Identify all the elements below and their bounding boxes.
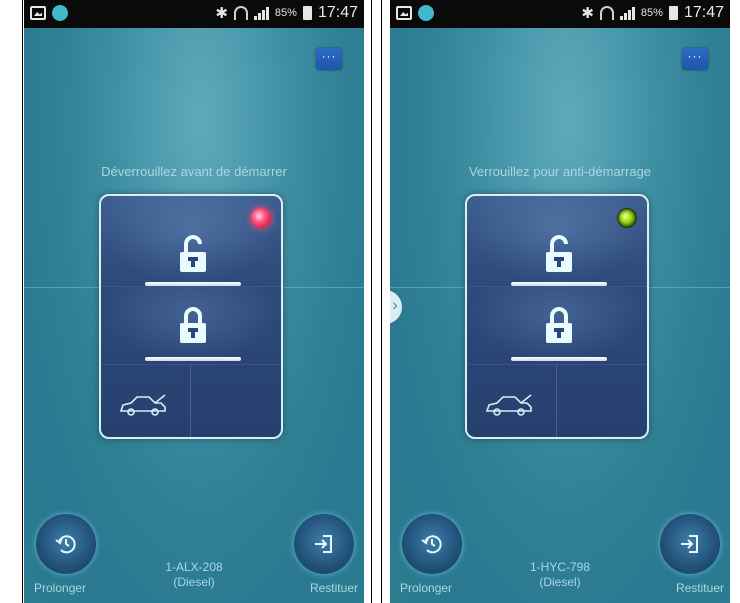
clock-extend-icon <box>55 535 76 554</box>
lock-button[interactable] <box>101 286 281 364</box>
return-icon <box>681 535 698 553</box>
phone-screen-1: ✱ 85% 17:47 ··· Déverrouillez avant de d… <box>24 0 364 603</box>
app-dot-icon <box>418 5 434 21</box>
image-notification-icon <box>396 6 412 20</box>
trunk-button[interactable] <box>467 365 557 437</box>
frame-divider-middle-2 <box>381 0 382 603</box>
keyfob-panel <box>99 194 283 439</box>
instruction-text: Déverrouillez avant de démarrer <box>101 164 287 179</box>
return-button[interactable] <box>294 514 354 574</box>
status-bar: ✱ 85% 17:47 <box>390 0 730 28</box>
trunk-button[interactable] <box>101 365 191 437</box>
signal-icon <box>619 6 635 20</box>
unlock-icon <box>546 235 572 272</box>
battery-percent: 85% <box>640 7 663 19</box>
battery-percent: 85% <box>274 7 297 19</box>
battery-icon <box>668 6 678 20</box>
return-button[interactable] <box>660 514 720 574</box>
return-label: Restituer <box>675 581 724 595</box>
lock-bar <box>511 357 607 361</box>
trunk-icon <box>485 394 532 416</box>
frame-divider-left <box>22 0 23 603</box>
status-bar: ✱ 85% 17:47 <box>24 0 364 28</box>
instruction-text: Verrouillez pour anti-démarrage <box>468 164 652 179</box>
image-notification-icon <box>30 6 46 20</box>
status-time: 17:47 <box>683 4 724 21</box>
status-time: 17:47 <box>317 4 358 21</box>
frame-divider-middle <box>371 0 372 603</box>
lock-bar <box>145 357 241 361</box>
keyfob-panel <box>465 194 649 439</box>
keyfob-empty-slot <box>558 365 647 437</box>
lock-icon <box>180 307 206 343</box>
keyfob-bottom-row <box>467 364 647 437</box>
trunk-icon <box>119 394 166 416</box>
lock-icon <box>546 307 572 343</box>
wifi-icon <box>599 6 614 20</box>
more-options-button[interactable]: ··· <box>682 48 708 70</box>
side-drawer-toggle[interactable]: › <box>390 290 402 324</box>
phone-screen-2: ✱ 85% 17:47 ··· Verrouillez pour anti-dé… <box>390 0 730 603</box>
status-led <box>251 208 271 228</box>
keyfob-empty-slot <box>192 365 281 437</box>
lock-button[interactable] <box>467 286 647 364</box>
bluetooth-icon: ✱ <box>581 5 594 22</box>
status-led <box>617 208 637 228</box>
clock-extend-icon <box>421 535 442 554</box>
unlock-icon <box>180 235 206 272</box>
bluetooth-icon: ✱ <box>215 5 228 22</box>
more-options-button[interactable]: ··· <box>316 48 342 70</box>
app-dot-icon <box>52 5 68 21</box>
return-icon <box>315 535 332 553</box>
wifi-icon <box>233 6 248 20</box>
keyfob-bottom-row <box>101 364 281 437</box>
return-label: Restituer <box>309 581 358 595</box>
signal-icon <box>253 6 269 20</box>
battery-icon <box>302 6 312 20</box>
